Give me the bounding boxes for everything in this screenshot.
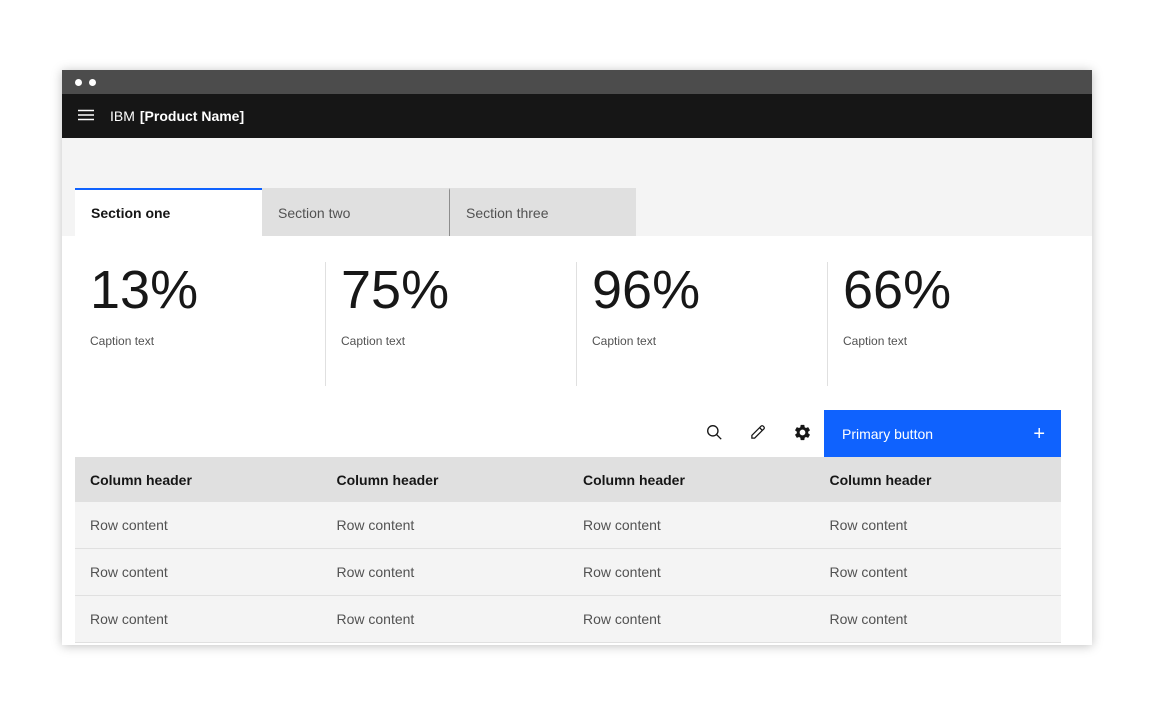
tab-section-two[interactable]: Section two: [262, 188, 449, 236]
table-cell: Row content: [75, 596, 322, 642]
edit-button[interactable]: [736, 410, 780, 457]
search-icon: [705, 423, 723, 444]
table-cell: Row content: [322, 596, 569, 642]
table-cell: Row content: [322, 549, 569, 595]
stat-block: 75% Caption text: [326, 262, 577, 386]
stat-value: 66%: [843, 262, 1079, 319]
page-content: Section one Section two Section three 13…: [62, 138, 1092, 645]
table-cell: Row content: [322, 502, 569, 548]
tab-label: Section two: [278, 205, 350, 221]
table-cell: Row content: [568, 549, 815, 595]
table-row: Row content Row content Row content Row …: [75, 549, 1061, 596]
table-cell: Row content: [75, 549, 322, 595]
column-header: Column header: [322, 457, 569, 502]
table-cell: Row content: [75, 502, 322, 548]
column-header: Column header: [815, 457, 1062, 502]
table-cell: Row content: [568, 596, 815, 642]
stat-block: 66% Caption text: [828, 262, 1079, 386]
stat-caption: Caption text: [90, 334, 325, 348]
stat-block: 13% Caption text: [75, 262, 326, 386]
settings-button[interactable]: [780, 410, 824, 457]
stat-value: 13%: [90, 262, 325, 319]
settings-icon: [793, 423, 812, 445]
table-header-row: Column header Column header Column heade…: [75, 457, 1061, 502]
brand-product-name: [Product Name]: [140, 108, 244, 124]
search-button[interactable]: [692, 410, 736, 457]
stat-caption: Caption text: [341, 334, 576, 348]
table-cell: Row content: [568, 502, 815, 548]
table-row: Row content Row content Row content Row …: [75, 596, 1061, 643]
plus-icon: +: [1033, 424, 1045, 444]
stat-block: 96% Caption text: [577, 262, 828, 386]
window-dot: [89, 79, 96, 86]
window-dot: [75, 79, 82, 86]
primary-button-label: Primary button: [842, 426, 933, 442]
browser-window: IBM [Product Name] Section one Section t…: [62, 70, 1092, 645]
stat-value: 96%: [592, 262, 827, 319]
table-toolbar: Primary button +: [75, 410, 1061, 457]
table-cell: Row content: [815, 549, 1062, 595]
table-cell: Row content: [815, 502, 1062, 548]
tab-label: Section one: [91, 205, 170, 221]
tab-panel: 13% Caption text 75% Caption text 96% Ca…: [62, 236, 1092, 645]
edit-icon: [749, 423, 767, 444]
primary-button[interactable]: Primary button +: [824, 410, 1061, 457]
stats-row: 13% Caption text 75% Caption text 96% Ca…: [62, 236, 1092, 410]
column-header: Column header: [568, 457, 815, 502]
tab-label: Section three: [466, 205, 549, 221]
app-title: IBM [Product Name]: [110, 108, 244, 124]
tab-section-three[interactable]: Section three: [449, 188, 636, 236]
app-header: IBM [Product Name]: [62, 94, 1092, 138]
data-table: Primary button + Column header Column he…: [75, 410, 1061, 643]
stat-value: 75%: [341, 262, 576, 319]
column-header: Column header: [75, 457, 322, 502]
tab-bar: Section one Section two Section three: [75, 188, 1092, 236]
table-cell: Row content: [815, 596, 1062, 642]
stat-caption: Caption text: [843, 334, 1079, 348]
table-row: Row content Row content Row content Row …: [75, 502, 1061, 549]
browser-chrome-bar: [62, 70, 1092, 94]
brand-prefix: IBM: [110, 108, 135, 124]
hamburger-icon: [76, 105, 96, 128]
menu-button[interactable]: [62, 94, 110, 138]
tab-section-one[interactable]: Section one: [75, 188, 262, 236]
stat-caption: Caption text: [592, 334, 827, 348]
